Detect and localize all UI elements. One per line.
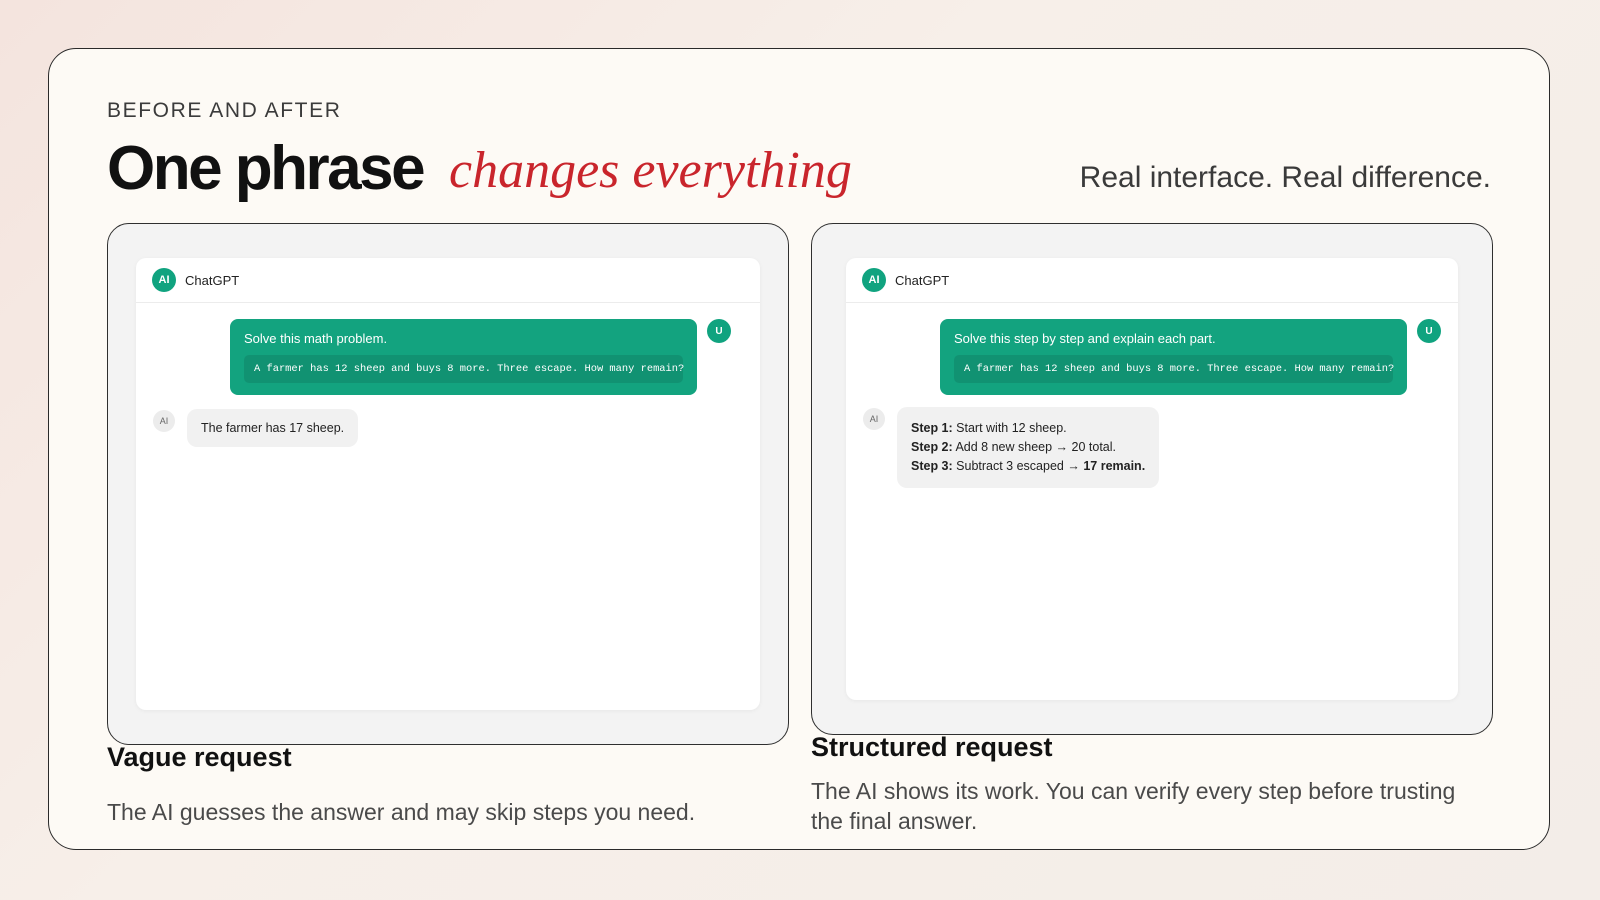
structured-example-panel: AI ChatGPT Solve this step by step and e… [811, 223, 1493, 735]
slide-card: BEFORE AND AFTER One phrase changes ever… [48, 48, 1550, 850]
ai-avatar-icon: AI [863, 408, 885, 430]
step-label: Step 1: [911, 421, 953, 435]
step-label: Step 3: [911, 459, 953, 473]
step-line: Step 2: Add 8 new sheep → 20 total. [911, 438, 1145, 457]
structured-caption-title: Structured request [811, 732, 1053, 762]
title-accent: changes everything [449, 142, 852, 199]
subtitle: Real interface. Real difference. [1079, 161, 1491, 194]
ai-reply-bubble: The farmer has 17 sheep. [187, 409, 359, 447]
step-line: Step 1: Start with 12 sheep. [911, 419, 1145, 438]
chat-window: AI ChatGPT Solve this math problem. A fa… [136, 258, 760, 710]
problem-code-block: A farmer has 12 sheep and buys 8 more. T… [244, 355, 684, 383]
step-text: Start with 12 sheep. [952, 421, 1067, 435]
eyebrow-label: BEFORE AND AFTER [107, 99, 342, 122]
user-avatar-icon: U [707, 319, 731, 343]
ai-avatar-icon: AI [153, 410, 175, 432]
user-avatar-icon: U [1417, 319, 1441, 343]
step-result: 17 remain. [1083, 459, 1146, 473]
step-text: Subtract 3 escaped → [952, 459, 1084, 473]
title-main: One phrase [107, 134, 426, 203]
structured-caption-text: The AI shows its work. You can verify ev… [811, 778, 1456, 834]
vague-caption-title: Vague request [107, 742, 292, 772]
step-text: Add 8 new sheep → 20 total. [952, 440, 1116, 454]
step-line: Step 3: Subtract 3 escaped → 17 remain. [911, 457, 1145, 476]
ai-reply-text: The farmer has 17 sheep. [201, 421, 345, 435]
chatgpt-logo-icon: AI [862, 268, 886, 292]
vague-example-panel: AI ChatGPT Solve this math problem. A fa… [107, 223, 789, 745]
chat-header: AI ChatGPT [846, 258, 1458, 303]
chatgpt-logo-icon: AI [152, 268, 176, 292]
user-message-text: Solve this step by step and explain each… [954, 331, 1216, 346]
chat-window: AI ChatGPT Solve this step by step and e… [846, 258, 1458, 700]
user-message-bubble: Solve this step by step and explain each… [940, 319, 1407, 395]
user-message-bubble: Solve this math problem. A farmer has 12… [230, 319, 697, 395]
ai-steps-bubble: Step 1: Start with 12 sheep. Step 2: Add… [897, 407, 1160, 488]
problem-code-block: A farmer has 12 sheep and buys 8 more. T… [954, 355, 1394, 383]
chat-title: ChatGPT [185, 272, 240, 288]
chat-header: AI ChatGPT [136, 258, 760, 303]
user-message-text: Solve this math problem. [244, 331, 388, 346]
vague-caption-text: The AI guesses the answer and may skip s… [107, 799, 696, 825]
chat-title: ChatGPT [895, 272, 950, 288]
step-label: Step 2: [911, 440, 953, 454]
